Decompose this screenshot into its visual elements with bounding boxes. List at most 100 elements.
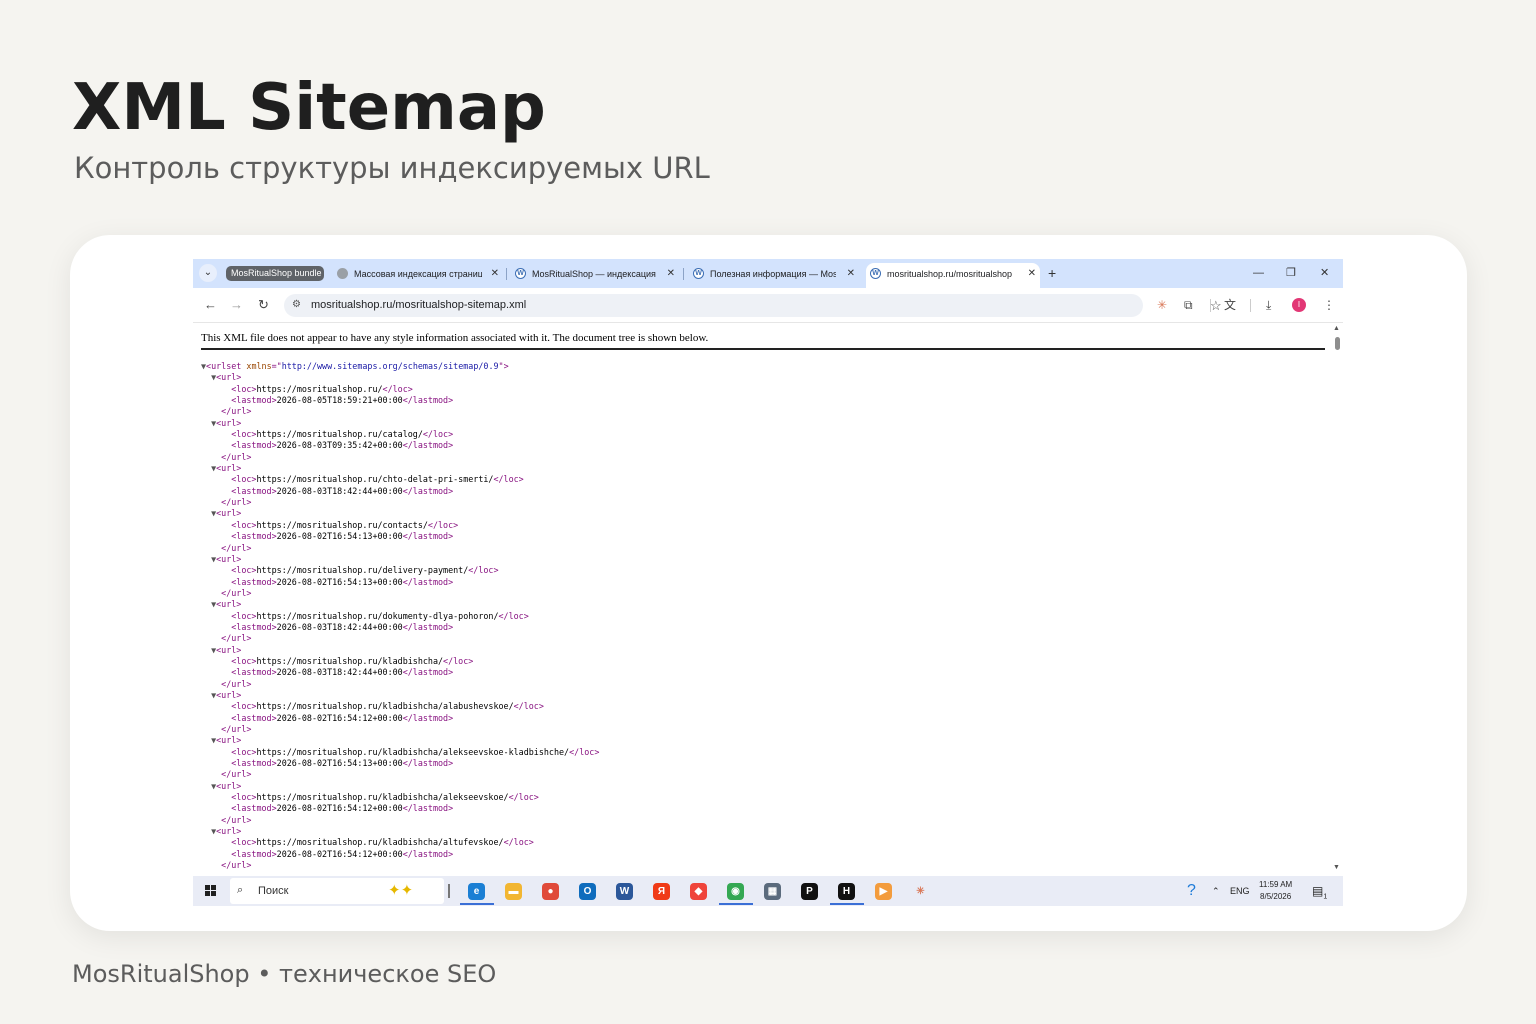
wordpress-icon: W [870,268,881,279]
search-icon: ⌕ [237,884,244,896]
tab-sitemap-active[interactable]: W mosritualshop.ru/mosritualshop ✕ [866,263,1040,288]
menu-kebab-icon[interactable]: ⋮ [1323,297,1335,313]
scrollbar-thumb[interactable] [1335,337,1340,350]
tab-useful-info[interactable]: W Полезная информация — Mos ✕ [689,263,859,288]
notification-count: 1 [1323,893,1328,901]
xml-url-close: </url> [221,678,252,689]
back-arrow-icon[interactable]: ← [204,297,217,313]
close-icon[interactable]: ✕ [667,263,675,285]
scroll-down-arrow-icon[interactable]: ▼ [1333,864,1340,871]
xml-loc: <loc>https://mosritualshop.ru/contacts/<… [231,519,459,530]
xml-loc-value: https://mosritualshop.ru/kladbishcha/ale… [256,792,509,803]
xml-lastmod-value: 2026-08-02T16:54:13+00:00 [276,758,403,769]
xml-loc-value: https://mosritualshop.ru/kladbishcha/ala… [256,701,514,712]
close-icon[interactable]: ✕ [847,263,855,285]
xml-url-close: </url> [221,633,252,644]
yandex-browser-icon[interactable]: Я [653,883,670,900]
chrome-icon[interactable]: ◉ [727,883,744,900]
windows-start-icon[interactable] [205,885,217,897]
paint-icon[interactable]: ● [542,883,559,900]
taskbar-search[interactable]: ⌕ Поиск ✦✦ [230,878,444,904]
address-url[interactable]: mosritualshop.ru/mosritualshop-sitemap.x… [311,294,526,317]
claude-extension-icon[interactable]: ✳ [1157,297,1167,313]
xml-url-open: ▼<url> [211,826,242,837]
xml-lastmod: <lastmod>2026-08-03T18:42:44+00:00</last… [231,621,454,632]
xml-loc-value: https://mosritualshop.ru/contacts/ [256,519,428,530]
xml-url-open: ▼<url> [211,372,242,383]
calculator-icon[interactable]: ▦ [764,883,781,900]
xml-lastmod: <lastmod>2026-08-05T18:59:21+00:00</last… [231,395,454,406]
vertical-scrollbar[interactable] [1334,323,1343,876]
tab-separator [683,268,684,280]
bookmark-star-icon[interactable]: ☆ [1210,294,1222,317]
restore-button[interactable]: ❐ [1286,264,1296,282]
word-icon[interactable]: W [616,883,633,900]
xml-url-close: </url> [221,724,252,734]
help-icon[interactable]: ? [1187,876,1196,906]
forward-arrow-icon[interactable]: → [230,297,243,313]
notification-icon[interactable]: ▤1 [1312,876,1327,906]
tab-label: Массовая индексация страниц [354,269,482,279]
copilot-sparkle-icon[interactable]: ✦✦ [388,881,413,901]
xml-url-open: ▼<url> [211,463,242,474]
edge-icon[interactable]: e [468,883,485,900]
xml-url-open: ▼<url> [211,780,242,791]
active-app-indicator [460,903,494,905]
close-icon[interactable]: ✕ [491,263,499,285]
claude-icon[interactable]: ✳ [912,883,929,900]
globe-icon [337,268,348,279]
xml-url-open: ▼<url> [211,735,242,746]
language-indicator[interactable]: ENG [1230,876,1250,906]
xml-lastmod-value: 2026-08-03T18:42:44+00:00 [276,621,403,632]
file-explorer-icon[interactable]: ▬ [505,883,522,900]
pycharm-icon[interactable]: P [801,883,818,900]
clock-time: 11:59 AM [1259,880,1293,889]
anydesk-icon[interactable]: ◆ [690,883,707,900]
tab-separator [506,268,507,280]
hyper-icon[interactable]: H [838,883,855,900]
minimize-button[interactable]: — [1253,264,1264,282]
xml-url-close: </url> [221,406,252,417]
xml-url-open: ▼<url> [211,553,242,564]
xml-lastmod-value: 2026-08-02T16:54:12+00:00 [276,803,403,814]
address-bar[interactable]: ⚙ mosritualshop.ru/mosritualshop-sitemap… [284,294,1222,317]
xml-loc: <loc>https://mosritualshop.ru/kladbishch… [231,746,600,757]
footer-caption: MosRitualShop • техническое SEO [72,960,497,988]
translate-icon[interactable]: 文 [1224,297,1236,313]
reload-icon[interactable]: ↻ [258,297,269,313]
xml-lastmod: <lastmod>2026-08-02T16:54:13+00:00</last… [231,531,454,542]
xml-url-close: </url> [221,814,252,825]
tab-label: Полезная информация — Mos [710,269,836,279]
tab-label: MosRitualShop — индексация [532,269,656,279]
xml-loc-value: https://mosritualshop.ru/kladbishcha/ale… [256,746,570,757]
outlook-icon[interactable]: O [579,883,596,900]
xml-url-open: ▼<url> [211,599,242,610]
tab-group-label[interactable]: MosRitualShop bundle [226,266,324,281]
extensions-puzzle-icon[interactable]: ⧉ [1184,297,1193,313]
xml-loc: <loc>https://mosritualshop.ru/kladbishch… [231,837,534,848]
tab-indexing[interactable]: W MosRitualShop — индексация ✕ [511,263,679,288]
xml-url-open: ▼<url> [211,417,242,428]
tray-chevron-icon[interactable]: ⌃ [1212,876,1220,906]
profile-avatar[interactable]: I [1292,298,1306,312]
scroll-up-arrow-icon[interactable]: ▲ [1333,325,1340,332]
download-icon[interactable]: ⤓ [1266,297,1271,313]
xml-loc: <loc>https://mosritualshop.ru/kladbishch… [231,792,539,803]
xml-lastmod-value: 2026-08-03T18:42:44+00:00 [276,485,403,496]
media-player-icon[interactable]: ▶ [875,883,892,900]
clock[interactable]: 11:59 AM 8/5/2026 [1259,879,1292,903]
xml-lastmod-value: 2026-08-02T16:54:12+00:00 [276,712,403,723]
xml-loc: <loc>https://mosritualshop.ru/kladbishch… [231,655,474,666]
window-close-button[interactable]: ✕ [1320,264,1329,282]
xml-loc-value: https://mosritualshop.ru/catalog/ [256,429,423,440]
close-icon[interactable]: ✕ [1028,263,1036,285]
toolbar-divider [1250,299,1251,312]
new-tab-button[interactable]: + [1048,264,1056,282]
site-info-icon[interactable]: ⚙ [292,299,301,310]
xml-url-close: </url> [221,451,252,462]
xml-lastmod-value: 2026-08-02T16:54:13+00:00 [276,576,403,587]
toolbar-divider [1210,299,1211,312]
tab-mass-indexing[interactable]: Массовая индексация страниц ✕ [333,263,503,288]
xml-loc: <loc>https://mosritualshop.ru/chto-delat… [231,474,524,485]
tab-search-chevron-icon[interactable]: ⌄ [199,264,217,282]
